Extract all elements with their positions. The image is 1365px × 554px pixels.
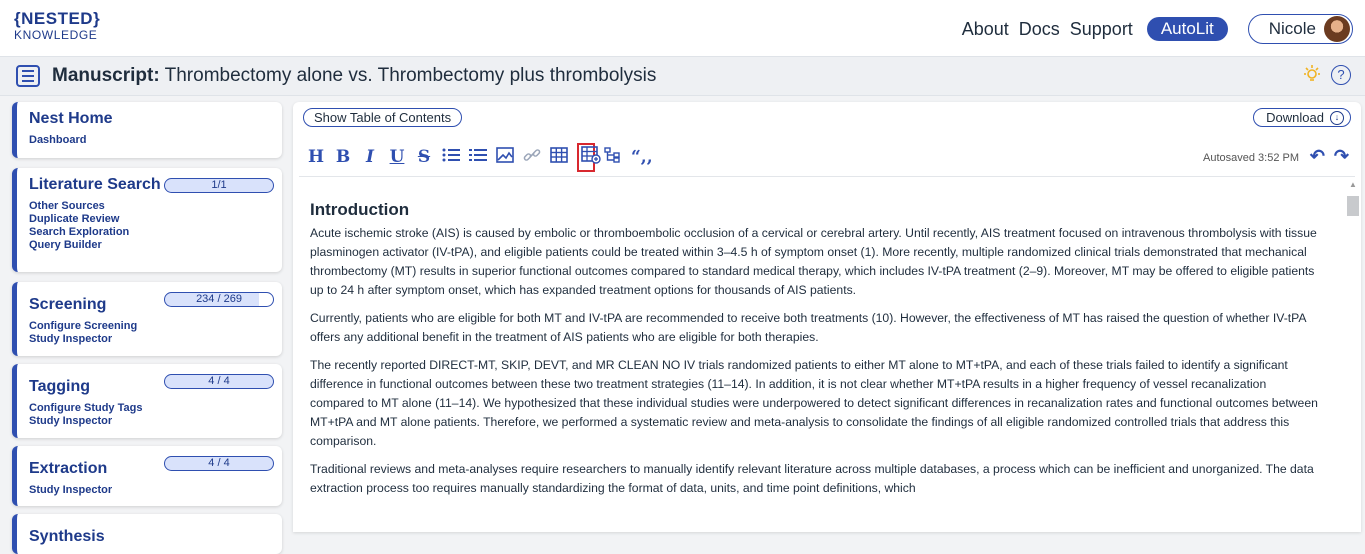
sidebar-link-configure-study-tags[interactable]: Configure Study Tags <box>29 402 270 415</box>
hierarchy-icon[interactable] <box>604 146 622 168</box>
sidebar-link-dashboard[interactable]: Dashboard <box>29 134 270 147</box>
status-badge: 234 / 269 <box>164 292 274 307</box>
quote-icon[interactable]: “,, <box>631 147 653 167</box>
card-title[interactable]: Synthesis <box>29 528 105 546</box>
paragraph: Acute ischemic stroke (AIS) is caused by… <box>310 226 1317 297</box>
scroll-thumb[interactable] <box>1347 196 1359 216</box>
editor-toolbar: H B I U S “,, <box>307 142 653 172</box>
sidebar-link-query-builder[interactable]: Query Builder <box>29 239 270 252</box>
sidebar-card-tagging[interactable]: Tagging 4 / 4 Configure Study Tags Study… <box>12 364 282 438</box>
status-badge: 1/1 <box>164 178 274 193</box>
sidebar: Nest Home Dashboard Literature Search 1/… <box>8 102 283 554</box>
nav-docs[interactable]: Docs <box>1019 19 1060 40</box>
user-name: Nicole <box>1268 19 1316 38</box>
card-title[interactable]: Literature Search <box>29 176 161 194</box>
heading-icon[interactable]: H <box>307 147 325 167</box>
logo-top-text: {NESTED} <box>14 9 101 28</box>
paragraph: Currently, patients who are eligible for… <box>310 311 1306 344</box>
lightbulb-icon[interactable] <box>1301 64 1323 92</box>
card-title[interactable]: Nest Home <box>29 110 113 128</box>
sidebar-link-study-inspector[interactable]: Study Inspector <box>29 484 270 497</box>
sidebar-card-synthesis[interactable]: Synthesis <box>12 514 282 554</box>
sidebar-link-study-inspector[interactable]: Study Inspector <box>29 333 270 346</box>
scrollbar[interactable]: ▲ <box>1347 178 1359 532</box>
top-nav: About Docs Support AutoLit Nicole <box>962 14 1353 44</box>
sidebar-link-duplicate-review[interactable]: Duplicate Review <box>29 213 270 226</box>
italic-icon[interactable]: I <box>361 147 379 167</box>
section-heading: Introduction <box>310 200 410 219</box>
paragraph: Traditional reviews and meta-analyses re… <box>310 462 1314 495</box>
logo-bottom-text: KNOWLEDGE <box>14 28 98 42</box>
show-toc-button[interactable]: Show Table of Contents <box>303 108 463 127</box>
help-icon[interactable]: ? <box>1331 65 1351 85</box>
hamburger-menu-icon[interactable] <box>16 65 40 87</box>
manuscript-title-bar: Manuscript: Thrombectomy alone vs. Throm… <box>0 56 1365 96</box>
download-label: Download <box>1266 110 1324 125</box>
underline-icon[interactable]: U <box>388 147 406 167</box>
page-title: Manuscript: Thrombectomy alone vs. Throm… <box>52 65 656 87</box>
bold-icon[interactable]: B <box>334 147 352 167</box>
insert-data-table-icon[interactable] <box>577 142 601 172</box>
sidebar-card-literature-search[interactable]: Literature Search 1/1 Other Sources Dupl… <box>12 168 282 272</box>
undo-icon[interactable]: ↶ <box>1310 146 1325 167</box>
sidebar-card-screening[interactable]: Screening 234 / 269 Configure Screening … <box>12 282 282 356</box>
nav-support[interactable]: Support <box>1070 19 1133 40</box>
divider <box>299 176 1355 177</box>
card-title[interactable]: Screening <box>29 296 106 314</box>
logo[interactable]: {NESTED} KNOWLEDGE <box>14 10 100 41</box>
sidebar-link-configure-screening[interactable]: Configure Screening <box>29 320 270 333</box>
top-header: {NESTED} KNOWLEDGE About Docs Support Au… <box>0 0 1365 56</box>
sidebar-link-other-sources[interactable]: Other Sources <box>29 200 270 213</box>
paragraph: The recently reported DIRECT-MT, SKIP, D… <box>310 358 1318 448</box>
bullet-list-icon[interactable] <box>442 147 460 168</box>
status-badge: 4 / 4 <box>164 374 274 389</box>
download-button[interactable]: Download ↓ <box>1253 108 1351 127</box>
sidebar-card-extraction[interactable]: Extraction 4 / 4 Study Inspector <box>12 446 282 506</box>
manuscript-editor: Show Table of Contents Download ↓ H B I … <box>293 102 1361 532</box>
strikethrough-icon[interactable]: S <box>415 147 433 167</box>
autolit-button[interactable]: AutoLit <box>1146 17 1228 41</box>
sidebar-link-study-inspector[interactable]: Study Inspector <box>29 415 270 428</box>
download-icon: ↓ <box>1330 110 1344 125</box>
redo-icon[interactable]: ↷ <box>1334 146 1349 167</box>
sidebar-link-search-exploration[interactable]: Search Exploration <box>29 226 270 239</box>
numbered-list-icon[interactable] <box>469 147 487 168</box>
title-value: Thrombectomy alone vs. Thrombectomy plus… <box>164 65 657 86</box>
manuscript-content[interactable]: Introduction Acute ischemic stroke (AIS)… <box>310 200 1320 507</box>
scroll-up-arrow-icon[interactable]: ▲ <box>1349 180 1357 189</box>
table-icon[interactable] <box>550 146 568 168</box>
card-title[interactable]: Extraction <box>29 460 107 478</box>
image-icon[interactable] <box>496 146 514 168</box>
status-badge: 4 / 4 <box>164 456 274 471</box>
card-title[interactable]: Tagging <box>29 378 90 396</box>
link-icon[interactable] <box>523 147 541 168</box>
sidebar-card-nest-home[interactable]: Nest Home Dashboard <box>12 102 282 158</box>
avatar <box>1324 16 1350 42</box>
autosave-status: Autosaved 3:52 PM <box>1202 152 1299 164</box>
nav-about[interactable]: About <box>962 19 1009 40</box>
title-label: Manuscript: <box>52 65 160 86</box>
user-menu-button[interactable]: Nicole <box>1247 14 1353 44</box>
